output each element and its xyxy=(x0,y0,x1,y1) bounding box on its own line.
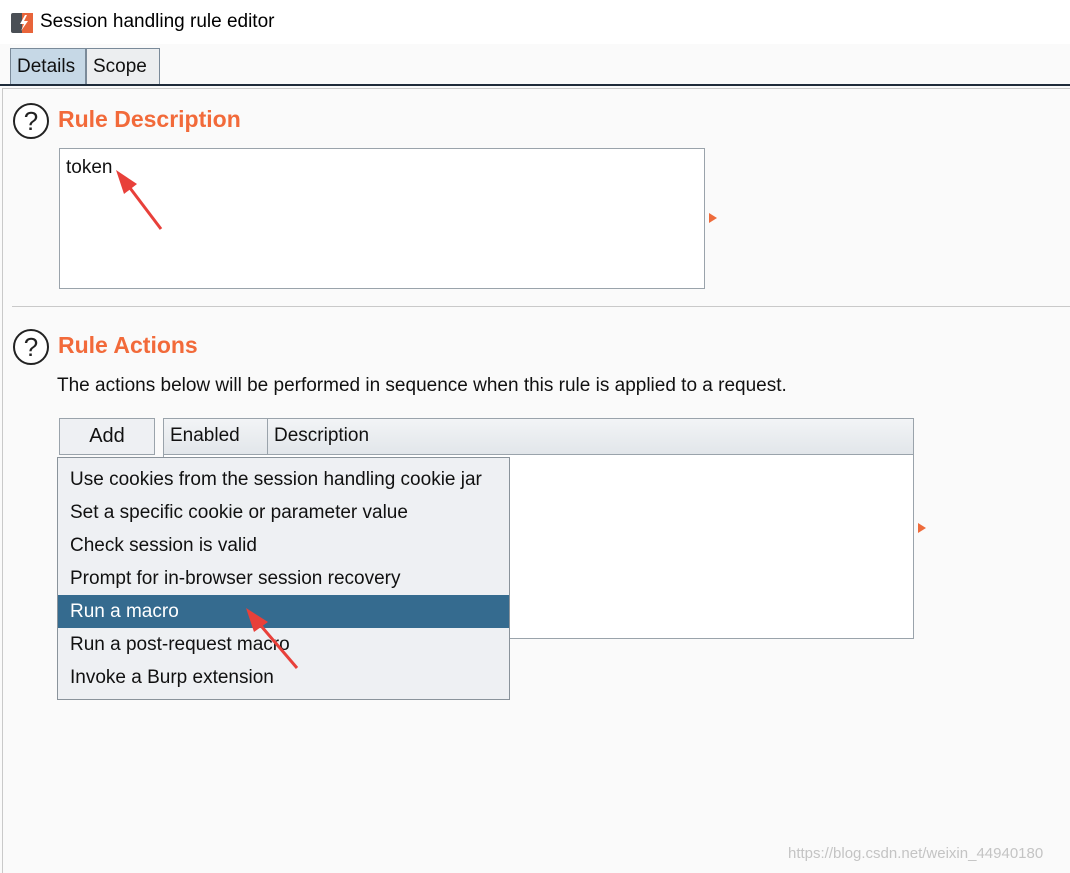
watermark: https://blog.csdn.net/weixin_44940180 xyxy=(788,845,1044,862)
rule-description-field[interactable]: token xyxy=(59,148,705,289)
expand-arrow-icon[interactable] xyxy=(709,213,717,223)
table-header: Enabled Description xyxy=(164,419,913,455)
menu-item-set-cookie-parameter[interactable]: Set a specific cookie or parameter value xyxy=(58,496,509,529)
menu-item-use-cookies[interactable]: Use cookies from the session handling co… xyxy=(58,463,509,496)
burp-app-icon xyxy=(11,13,33,33)
rule-actions-caption: The actions below will be performed in s… xyxy=(57,375,787,396)
menu-item-run-post-request-macro[interactable]: Run a post-request macro xyxy=(58,628,509,661)
menu-item-check-session[interactable]: Check session is valid xyxy=(58,529,509,562)
menu-item-run-macro[interactable]: Run a macro xyxy=(58,595,509,628)
help-icon[interactable]: ? xyxy=(13,103,49,139)
expand-arrow-icon[interactable] xyxy=(918,523,926,533)
title-bar: Session handling rule editor xyxy=(0,0,1070,44)
menu-item-invoke-extension[interactable]: Invoke a Burp extension xyxy=(58,661,509,694)
rule-actions-title: Rule Actions xyxy=(58,332,198,358)
section-divider xyxy=(12,306,1070,307)
add-action-menu: Use cookies from the session handling co… xyxy=(57,457,510,700)
menu-item-prompt-recovery[interactable]: Prompt for in-browser session recovery xyxy=(58,562,509,595)
rule-description-title: Rule Description xyxy=(58,106,241,132)
help-icon[interactable]: ? xyxy=(13,329,49,365)
tab-underline xyxy=(0,84,1070,86)
column-header-enabled[interactable]: Enabled xyxy=(164,419,268,454)
tab-strip: Details Scope xyxy=(0,44,1070,86)
column-header-description[interactable]: Description xyxy=(268,419,913,454)
tab-scope[interactable]: Scope xyxy=(86,48,160,84)
add-button[interactable]: Add xyxy=(59,418,155,455)
tab-details[interactable]: Details xyxy=(10,48,86,84)
rule-description-value: token xyxy=(66,157,113,178)
window-title: Session handling rule editor xyxy=(40,11,275,32)
